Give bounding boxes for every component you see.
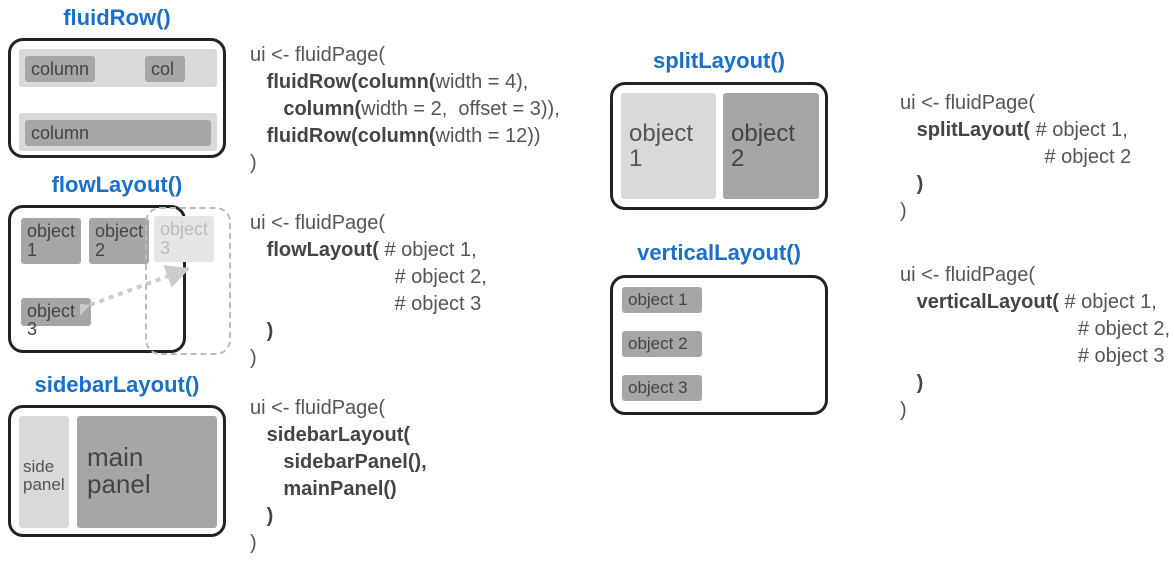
splitlayout-code: ui <- fluidPage( splitLayout( # object 1… [900,90,1131,225]
verticallayout-panel: object 1 object 2 object 3 [610,275,828,415]
fluidrow-cell-column3: column [25,120,211,146]
splitlayout-panel: object1 object2 [610,82,828,210]
fluidrow-cell-column1: column [25,56,95,82]
splitlayout-obj1: object1 [621,93,716,199]
flow-arrow-icon [80,260,210,315]
sidebarlayout-title: sidebarLayout() [8,372,226,398]
fluidrow-cell-col2: col [145,56,185,82]
sidepanel-box: sidepanel [19,416,69,528]
fluidrow-code: ui <- fluidPage( fluidRow(column(width =… [250,42,560,177]
fluidrow-panel: column col column [8,38,226,158]
mainpanel-box: mainpanel [77,416,217,528]
flowlayout-obj1: object 1 [21,218,81,264]
flowlayout-obj3-ghost: object 3 [154,216,214,262]
sidebarlayout-panel: sidepanel mainpanel [8,405,226,537]
splitlayout-title: splitLayout() [610,48,828,74]
flowlayout-code: ui <- fluidPage( flowLayout( # object 1,… [250,210,487,372]
fluidrow-title: fluidRow() [8,5,226,31]
splitlayout-obj2: object2 [723,93,819,199]
verticallayout-code: ui <- fluidPage( verticalLayout( # objec… [900,262,1170,424]
verticallayout-title: verticalLayout() [610,240,828,266]
sidebarlayout-code: ui <- fluidPage( sidebarLayout( sidebarP… [250,395,427,557]
verticallayout-obj3: object 3 [622,375,702,401]
verticallayout-obj2: object 2 [622,331,702,357]
verticallayout-obj1: object 1 [622,287,702,313]
flowlayout-obj2: object 2 [89,218,149,264]
flowlayout-title: flowLayout() [8,172,226,198]
